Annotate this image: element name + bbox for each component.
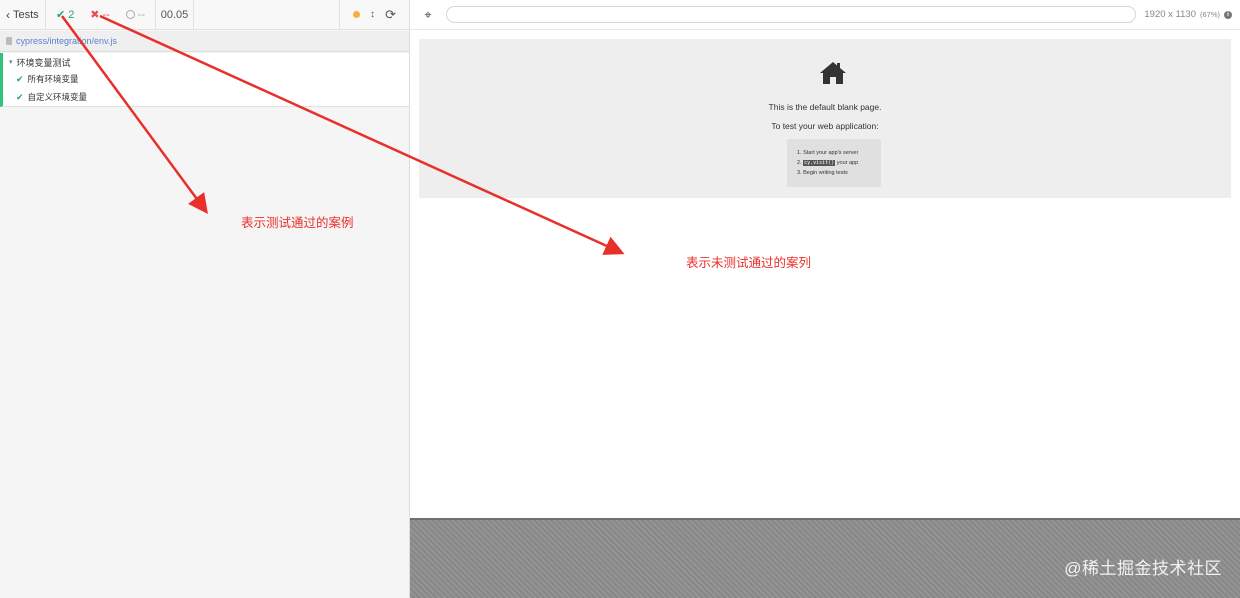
check-icon: ✔: [16, 73, 24, 84]
check-icon: ✔: [16, 91, 24, 102]
crosshair-icon[interactable]: ⌖: [418, 7, 438, 23]
test-row[interactable]: ✔ 自定义环境变量: [3, 88, 409, 106]
viewport-scale: (67%): [1199, 10, 1220, 19]
restart-icon[interactable]: ⟳: [385, 7, 396, 23]
house-icon: [820, 62, 846, 84]
failed-stat: ✖ --: [90, 8, 110, 22]
check-icon: ✔: [56, 9, 66, 21]
watermark: @稀土掘金技术社区: [1064, 559, 1222, 578]
blank-page-panel: This is the default blank page. To test …: [419, 39, 1231, 198]
passed-stat: ✔ 2: [56, 8, 75, 22]
suite-title: 环境变量测试: [16, 57, 71, 68]
test-stats: ✔ 2 ✖ -- --: [46, 0, 156, 29]
passed-count: 2: [68, 8, 75, 21]
running-status-dot: [353, 11, 361, 18]
reporter-header: ‹ Tests ✔ 2 ✖ -- -- 00.05 ↕ ⟳: [0, 0, 409, 30]
url-bar[interactable]: [445, 6, 1137, 23]
cypress-runner: ‹ Tests ✔ 2 ✖ -- -- 00.05 ↕ ⟳ cypress/in…: [0, 0, 1240, 598]
caret-down-icon: ▾: [9, 59, 13, 66]
step-2-suffix: your app: [836, 160, 859, 166]
tests-button-label: Tests: [13, 8, 39, 21]
x-icon: ✖: [90, 9, 100, 21]
test-title: 自定义环境变量: [27, 92, 88, 102]
info-icon[interactable]: i: [1224, 10, 1232, 19]
spec-path-bar: cypress/integration/env.js: [0, 31, 409, 52]
viewport-size: 1920 x 1130: [1144, 9, 1196, 20]
failed-count: --: [102, 8, 110, 21]
blank-page-message: This is the default blank page.: [768, 102, 882, 112]
duration: 00.05: [156, 0, 194, 29]
step-2-code: cy.visit(): [803, 160, 836, 166]
toggle-auto-scroll-icon[interactable]: ↕: [370, 9, 375, 20]
file-icon: [6, 37, 12, 45]
test-title: 所有环境变量: [27, 74, 79, 84]
suite-row[interactable]: ▾ 环境变量测试: [3, 54, 409, 70]
runnables-list: ▾ 环境变量测试 ✔ 所有环境变量 ✔ 自定义环境变量: [0, 53, 409, 107]
annotation-failed: 表示未测试通过的案列: [686, 256, 812, 270]
step-2: 2. cy.visit() your app: [797, 158, 881, 168]
test-row[interactable]: ✔ 所有环境变量: [3, 70, 409, 88]
annotation-passed: 表示测试通过的案例: [241, 216, 354, 230]
pending-count: --: [137, 8, 145, 21]
aut-iframe: This is the default blank page. To test …: [410, 31, 1240, 518]
viewport-background: @稀土掘金技术社区: [410, 518, 1240, 598]
tests-button[interactable]: ‹ Tests: [0, 0, 46, 29]
reporter-panel: ‹ Tests ✔ 2 ✖ -- -- 00.05 ↕ ⟳ cypress/in…: [0, 0, 410, 598]
reporter-controls: ↕ ⟳: [339, 0, 409, 29]
pending-stat: --: [125, 8, 145, 21]
spec-path[interactable]: cypress/integration/env.js: [16, 36, 117, 46]
steps-list: 1. Start your app's server 2. cy.visit()…: [787, 139, 881, 187]
aut-header: ⌖ 1920 x 1130 (67%) i: [410, 0, 1240, 30]
viewport-info: 1920 x 1130 (67%) i: [1144, 9, 1232, 20]
chevron-left-icon: ‹: [6, 7, 10, 22]
step-2-prefix: 2.: [797, 160, 802, 166]
circle-icon: [125, 10, 135, 19]
step-1: 1. Start your app's server: [797, 150, 859, 156]
step-3: 3. Begin writing tests: [797, 170, 848, 176]
blank-page-instructions: To test your web application:: [771, 121, 879, 131]
